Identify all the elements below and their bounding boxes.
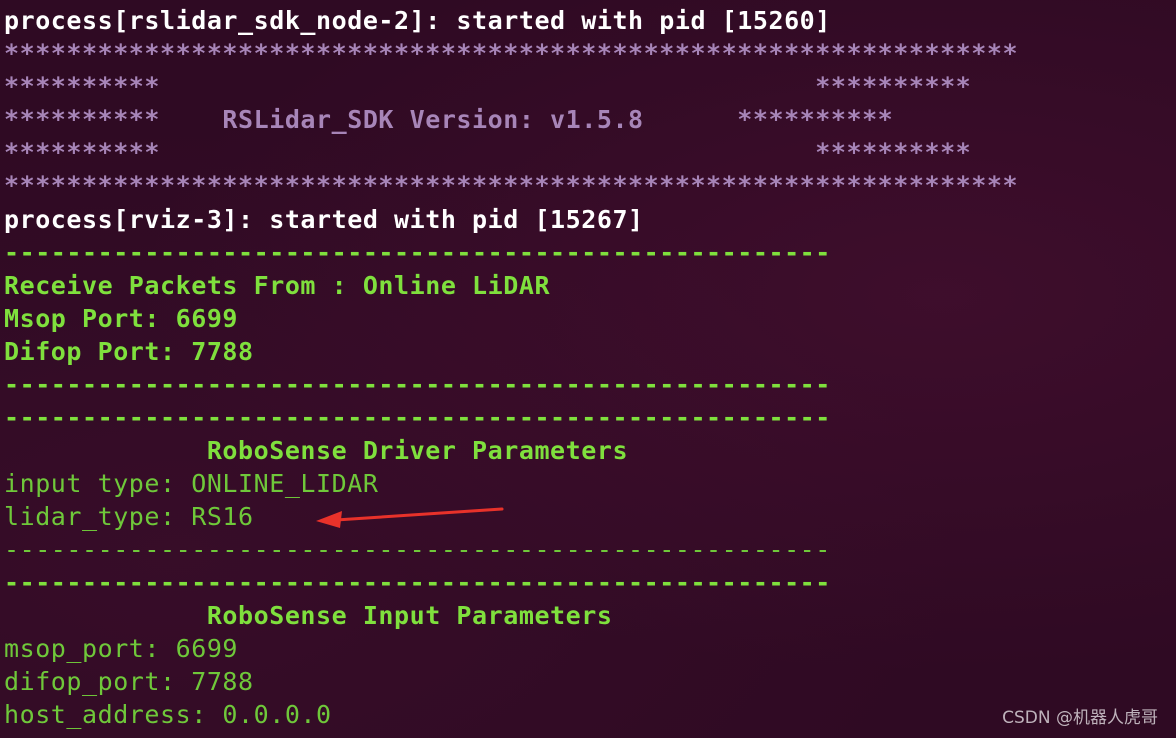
csdn-watermark: CSDN @机器人虎哥	[1002, 708, 1158, 728]
terminal-line-separator-4: ----------------------------------------…	[4, 535, 831, 564]
terminal-line-msop-port: Msop Port: 6699	[4, 304, 239, 333]
terminal-line-banner-side-2: ********** **********	[4, 138, 972, 167]
terminal-line-process-rviz: process[rviz-3]: started with pid [15267…	[4, 205, 644, 234]
terminal-line-lidar-type: lidar_type: RS16	[4, 502, 254, 531]
terminal-line-separator-5: ----------------------------------------…	[4, 568, 831, 597]
terminal-line-input-params-heading: RoboSense Input Parameters	[4, 601, 613, 630]
terminal-line-host-address: host_address: 0.0.0.0	[4, 700, 332, 729]
terminal-line-separator-2: ----------------------------------------…	[4, 370, 831, 399]
terminal-line-driver-params-heading: RoboSense Driver Parameters	[4, 436, 629, 465]
terminal-line-sdk-version: ********** RSLidar_SDK Version: v1.5.8 *…	[4, 105, 894, 134]
terminal-line-difop-port: Difop Port: 7788	[4, 337, 254, 366]
terminal-output: process[rslidar_sdk_node-2]: started wit…	[0, 0, 1176, 738]
terminal-line-process-rslidar: process[rslidar_sdk_node-2]: started wit…	[4, 6, 831, 35]
red-arrow-annotation	[316, 507, 504, 528]
terminal-line-banner-top: ****************************************…	[4, 39, 1019, 68]
terminal-line-banner-side-1: ********** **********	[4, 72, 972, 101]
terminal-line-banner-bottom: ****************************************…	[4, 171, 1019, 200]
terminal-line-receive-packets: Receive Packets From : Online LiDAR	[4, 271, 551, 300]
terminal-line-input-type: input type: ONLINE_LIDAR	[4, 469, 379, 498]
terminal-line-separator-1: ----------------------------------------…	[4, 238, 831, 267]
terminal-line-difop-port-param: difop_port: 7788	[4, 667, 254, 696]
terminal-line-msop-port-param: msop_port: 6699	[4, 634, 239, 663]
terminal-line-separator-3: ----------------------------------------…	[4, 403, 831, 432]
